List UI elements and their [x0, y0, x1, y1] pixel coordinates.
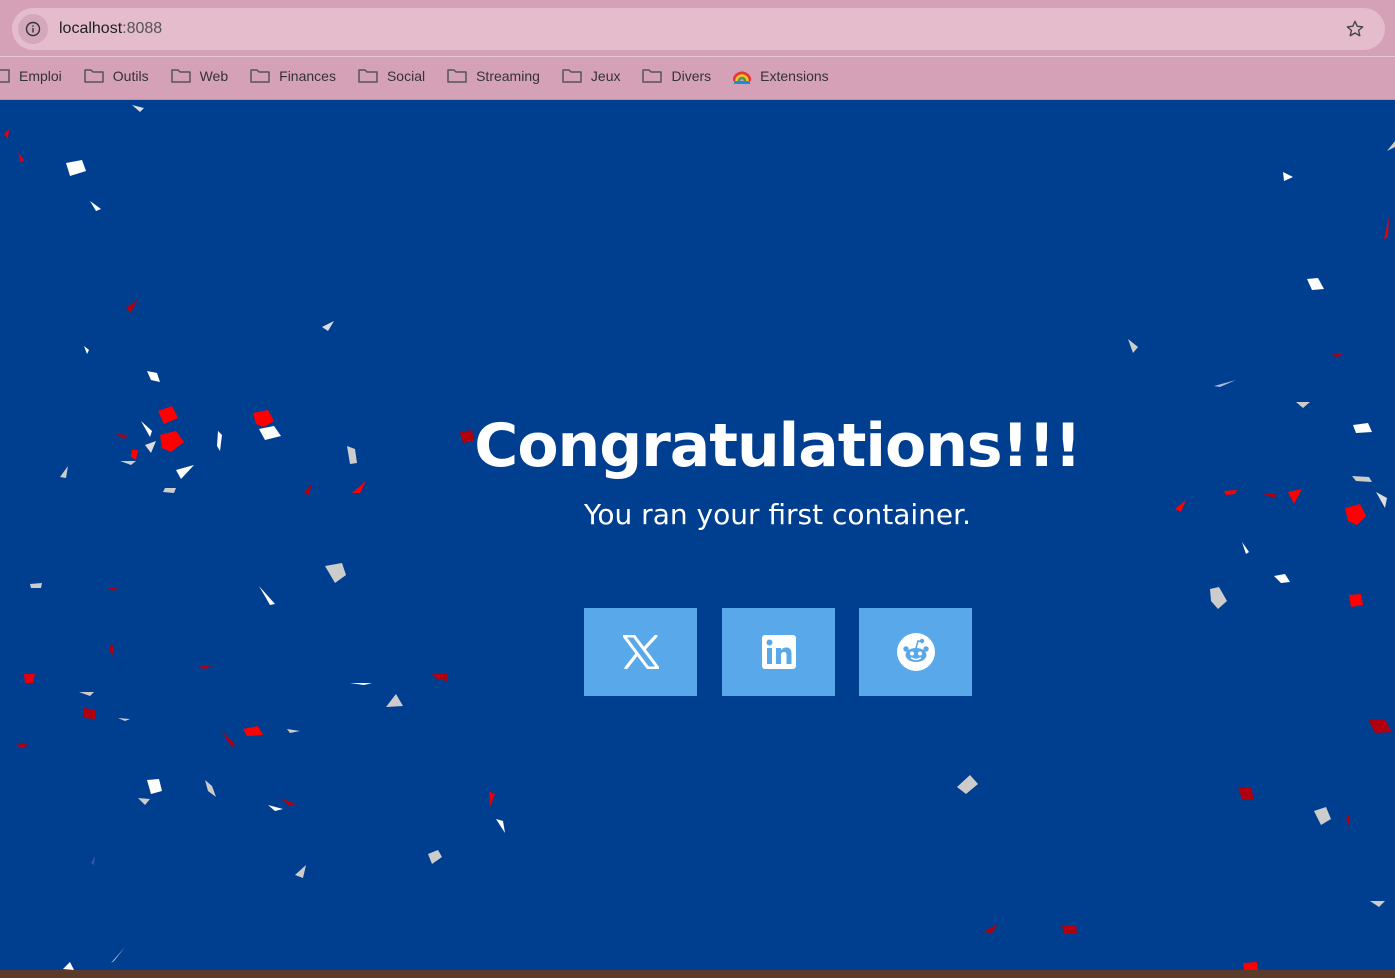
share-x-button[interactable]	[584, 608, 697, 696]
bookmarks-bar: Emploi Outils Web Finances Social Stream…	[0, 63, 840, 89]
reddit-logo-icon	[896, 633, 935, 671]
bookmark-finances[interactable]: Finances	[239, 63, 347, 89]
folder-icon	[358, 69, 378, 83]
bookmark-outils[interactable]: Outils	[73, 63, 160, 89]
bookmark-emploi[interactable]: Emploi	[0, 63, 73, 89]
bookmark-label: Social	[386, 68, 426, 84]
site-info-button[interactable]	[18, 14, 48, 44]
x-logo-icon	[622, 635, 659, 669]
star-icon	[1346, 20, 1364, 37]
bookmark-label: Web	[199, 68, 229, 84]
bookmark-label: Divers	[671, 68, 712, 84]
page-subtitle: You ran your first container.	[584, 498, 971, 531]
bookmark-label: Extensions	[760, 68, 829, 84]
confetti-pieces	[4, 105, 1395, 970]
bookmark-label: Streaming	[476, 68, 540, 84]
bookmark-label: Emploi	[19, 68, 62, 84]
page-title: Congratulations!!!	[474, 411, 1081, 481]
browser-toolbar: localhost:8088 Emploi Outils Web Finance…	[0, 0, 1395, 100]
bookmark-star-button[interactable]	[1343, 17, 1367, 41]
bookmark-label: Outils	[112, 68, 149, 84]
extensions-icon	[733, 71, 752, 84]
bookmark-jeux[interactable]: Jeux	[551, 63, 632, 89]
folder-icon	[170, 69, 191, 83]
bookmark-social[interactable]: Social	[347, 63, 436, 89]
folder-icon	[84, 69, 104, 83]
address-bar[interactable]: localhost:8088	[12, 8, 1385, 50]
page-content: Congratulations!!! You ran your first co…	[0, 101, 1395, 970]
toolbar-divider	[0, 56, 1395, 57]
share-linkedin-button[interactable]	[722, 608, 835, 696]
bookmark-extensions[interactable]: Extensions	[722, 63, 839, 89]
folder-icon	[642, 69, 663, 83]
bookmark-divers[interactable]: Divers	[631, 63, 722, 89]
confetti-layer	[4, 105, 1395, 970]
folder-icon	[0, 69, 10, 83]
folder-icon	[562, 69, 582, 83]
folder-icon	[447, 69, 467, 83]
bookmark-web[interactable]: Web	[160, 63, 240, 89]
folder-icon	[250, 69, 270, 83]
linkedin-logo-icon	[761, 635, 796, 669]
url-text[interactable]: localhost:8088	[59, 20, 162, 38]
share-reddit-button[interactable]	[859, 608, 972, 696]
url-host: localhost	[59, 20, 123, 37]
info-icon	[25, 21, 41, 37]
taskbar-edge	[0, 970, 1395, 978]
url-port: :8088	[122, 20, 163, 37]
bookmark-label: Jeux	[590, 68, 621, 84]
bookmark-label: Finances	[279, 68, 336, 84]
bookmark-streaming[interactable]: Streaming	[436, 63, 551, 89]
